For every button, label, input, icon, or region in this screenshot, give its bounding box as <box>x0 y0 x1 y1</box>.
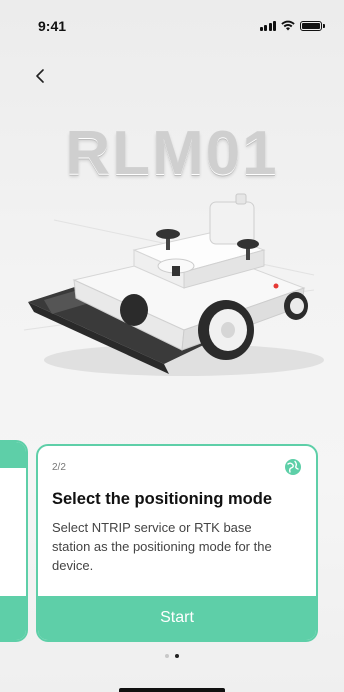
start-button[interactable]: Start <box>38 596 316 640</box>
model-title: RLM01 <box>65 119 279 188</box>
status-icons <box>259 20 325 31</box>
step-indicator: 2/2 <box>52 462 66 473</box>
chevron-left-icon <box>36 69 44 83</box>
battery-icon <box>300 20 325 31</box>
status-time: 9:41 <box>38 18 67 34</box>
onboarding-card: 2/2 Select the positioning mode Select N… <box>36 444 318 642</box>
card-title: Select the positioning mode <box>52 490 273 508</box>
back-button[interactable] <box>28 64 52 88</box>
cellular-signal-icon <box>259 20 276 31</box>
globe-icon <box>285 459 301 475</box>
status-bar: 9:41 <box>0 0 344 52</box>
previous-card-bottom-band <box>0 596 26 640</box>
page-dot-2-active[interactable] <box>175 654 179 658</box>
card-description: Select NTRIP service or RTK base station… <box>52 520 272 573</box>
previous-card-top-band <box>0 442 26 468</box>
page-indicator <box>0 654 344 658</box>
page-dot-1[interactable] <box>165 654 169 658</box>
wifi-icon <box>281 20 295 31</box>
previous-card-peek[interactable] <box>0 440 28 642</box>
robot-mower-illustration <box>23 193 324 376</box>
home-indicator <box>119 688 225 692</box>
